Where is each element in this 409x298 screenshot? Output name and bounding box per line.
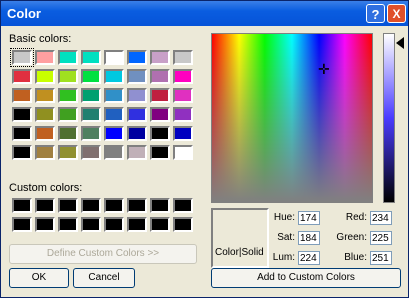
custom-swatch[interactable] [12,217,32,232]
basic-swatch[interactable] [35,107,55,122]
custom-swatch[interactable] [58,198,78,213]
color-dialog: Color ? X Basic colors: Custom colors: D… [0,0,409,298]
basic-swatch[interactable] [35,69,55,84]
hue-field[interactable]: 174 [298,211,320,225]
cancel-button[interactable]: Cancel [73,268,135,288]
blue-field[interactable]: 251 [370,251,392,265]
basic-swatch[interactable] [173,69,193,84]
basic-swatch[interactable] [127,50,147,65]
basic-swatch[interactable] [81,88,101,103]
custom-swatch[interactable] [127,198,147,213]
help-button[interactable]: ? [366,4,385,23]
basic-swatch[interactable] [35,145,55,160]
basic-swatch[interactable] [150,126,170,141]
basic-swatch[interactable] [173,126,193,141]
custom-swatch[interactable] [81,198,101,213]
basic-swatch[interactable] [58,145,78,160]
luminosity-bar[interactable] [383,33,395,203]
basic-swatch[interactable] [12,69,32,84]
basic-swatch[interactable] [81,126,101,141]
basic-swatch[interactable] [104,88,124,103]
green-field[interactable]: 225 [370,231,392,245]
color-solid-preview [211,208,269,268]
basic-swatch[interactable] [12,107,32,122]
define-custom-colors-button[interactable]: Define Custom Colors >> [9,244,197,264]
custom-swatch[interactable] [150,198,170,213]
basic-swatch[interactable] [127,69,147,84]
custom-colors-label: Custom colors: [9,182,83,194]
green-label: Green: [336,232,367,243]
basic-colors-label: Basic colors: [9,33,72,45]
basic-swatch[interactable] [127,145,147,160]
basic-swatch[interactable] [150,50,170,65]
basic-swatch[interactable] [173,88,193,103]
custom-swatch[interactable] [150,217,170,232]
crosshair-icon: ✛ [318,61,330,77]
hue-label: Hue: [273,212,295,223]
basic-swatch[interactable] [104,126,124,141]
basic-swatch[interactable] [104,69,124,84]
basic-swatch[interactable] [58,50,78,65]
basic-swatch[interactable] [173,107,193,122]
basic-swatch[interactable] [81,145,101,160]
lum-field[interactable]: 224 [298,251,320,265]
sat-label: Sat: [277,232,295,243]
basic-swatch[interactable] [81,69,101,84]
red-field[interactable]: 234 [370,211,392,225]
color-solid-label: Color|Solid [215,247,264,258]
basic-swatch[interactable] [35,126,55,141]
red-label: Red: [345,212,367,223]
custom-swatch[interactable] [173,217,193,232]
window-title: Color [7,6,41,21]
color-spectrum[interactable] [211,33,373,203]
basic-swatch[interactable] [104,50,124,65]
sat-field[interactable]: 184 [298,231,320,245]
basic-swatch[interactable] [104,145,124,160]
basic-swatch[interactable] [58,126,78,141]
custom-swatch[interactable] [81,217,101,232]
basic-swatch[interactable] [150,88,170,103]
custom-swatch[interactable] [12,198,32,213]
lum-pointer-icon[interactable] [396,37,404,49]
custom-swatch[interactable] [104,217,124,232]
custom-swatch[interactable] [173,198,193,213]
basic-swatch[interactable] [12,126,32,141]
basic-swatch[interactable] [104,107,124,122]
basic-swatch[interactable] [58,88,78,103]
lum-label: Lum: [272,252,295,263]
basic-swatch[interactable] [12,88,32,103]
basic-swatch[interactable] [35,50,55,65]
basic-swatch[interactable] [150,145,170,160]
close-button[interactable]: X [387,4,406,23]
basic-swatch[interactable] [35,88,55,103]
basic-swatch[interactable] [173,145,193,160]
basic-swatch[interactable] [12,145,32,160]
basic-swatch[interactable] [173,50,193,65]
basic-swatch[interactable] [150,107,170,122]
basic-swatch[interactable] [150,69,170,84]
blue-label: Blue: [344,252,367,263]
custom-swatch[interactable] [35,198,55,213]
custom-swatch[interactable] [104,198,124,213]
custom-swatch[interactable] [58,217,78,232]
basic-swatch[interactable] [58,107,78,122]
ok-button[interactable]: OK [9,268,69,288]
basic-swatch[interactable] [127,107,147,122]
basic-swatch[interactable] [127,126,147,141]
basic-swatch[interactable] [127,88,147,103]
basic-swatch[interactable] [81,107,101,122]
basic-swatch[interactable] [58,69,78,84]
add-to-custom-colors-button[interactable]: Add to Custom Colors [211,268,401,288]
basic-swatch[interactable] [10,48,34,67]
custom-swatch[interactable] [127,217,147,232]
title-bar: Color ? X [1,1,408,26]
basic-swatch[interactable] [81,50,101,65]
custom-swatch[interactable] [35,217,55,232]
